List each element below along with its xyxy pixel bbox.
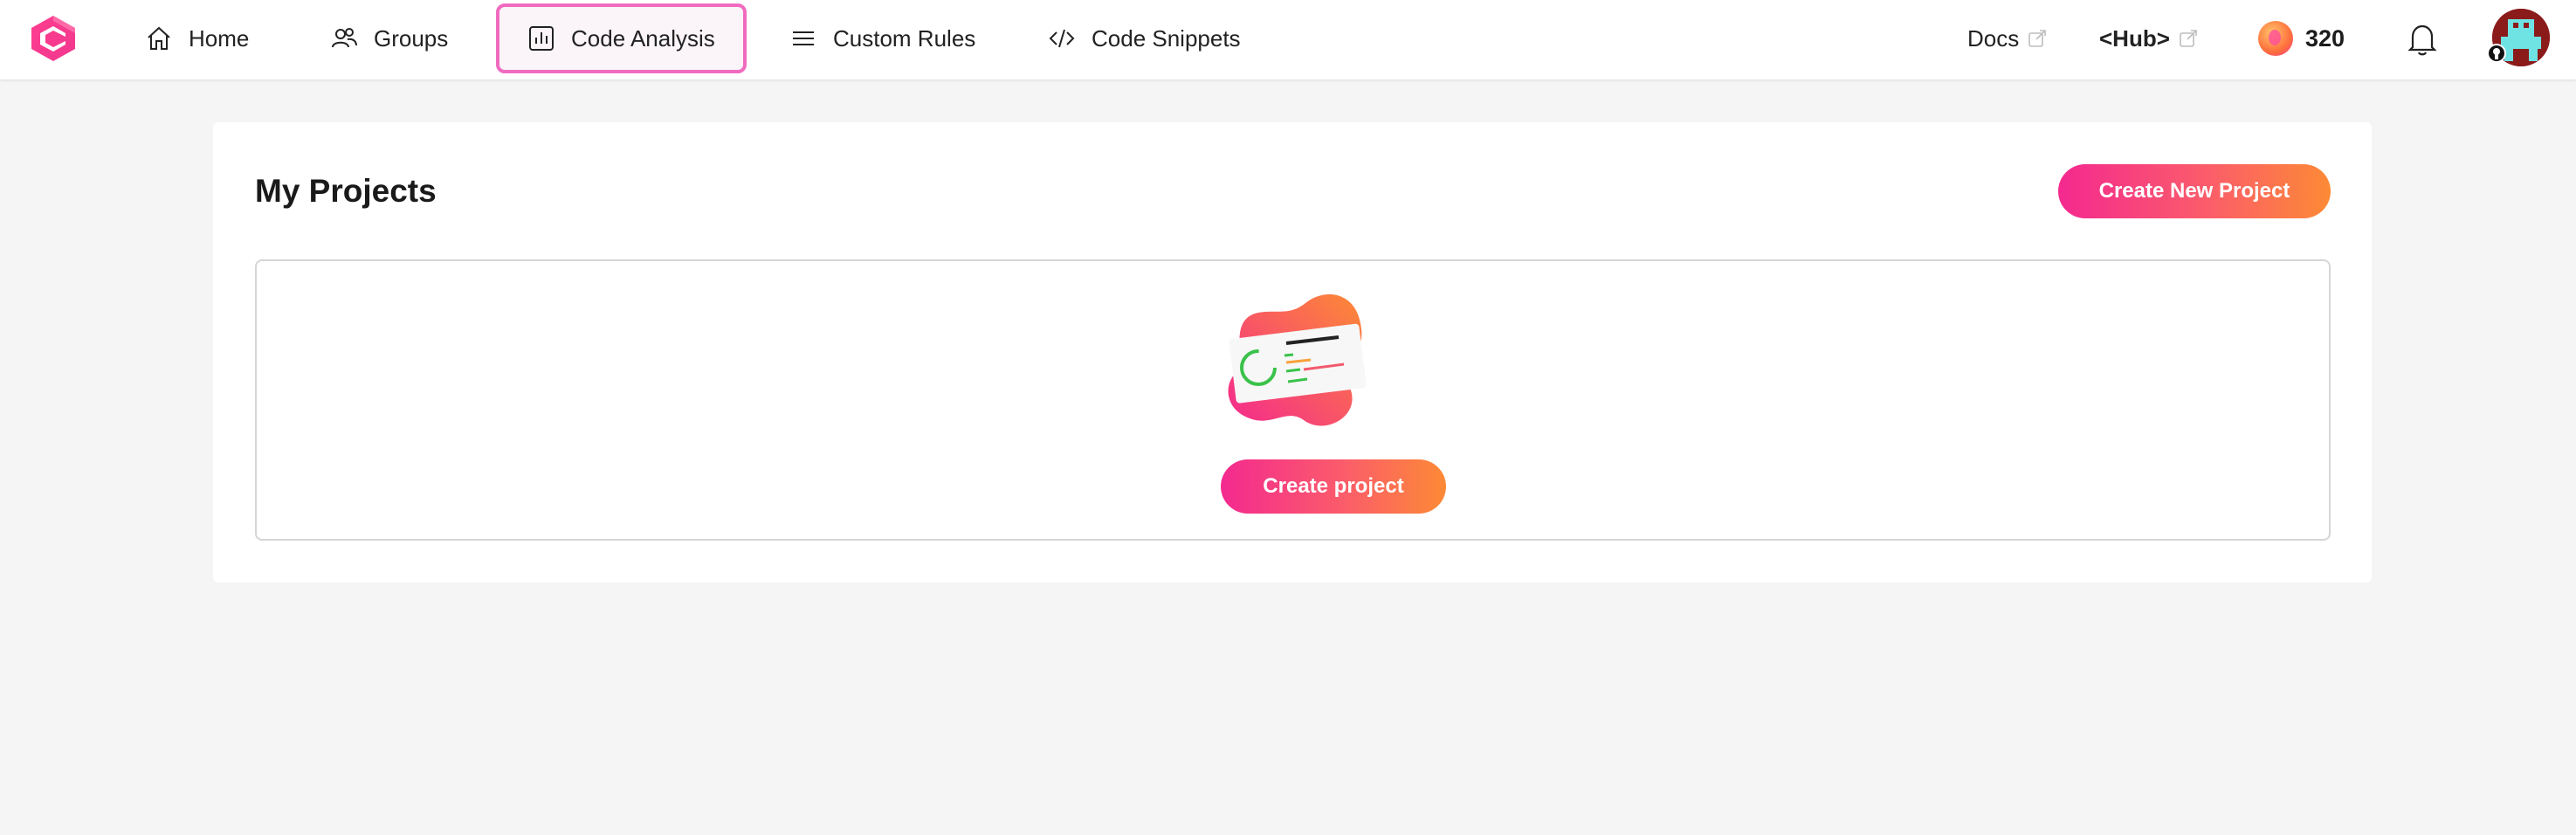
nav-code-snippets[interactable]: Code Snippets bbox=[1048, 3, 1241, 73]
code-icon bbox=[1049, 29, 1075, 48]
create-project-button[interactable]: Create project bbox=[1221, 459, 1446, 514]
docs-label: Docs bbox=[1967, 24, 2020, 52]
nav-home[interactable]: Home bbox=[145, 3, 249, 73]
external-link-icon bbox=[2180, 30, 2197, 47]
coin-icon bbox=[2258, 21, 2293, 56]
bar-chart-icon bbox=[529, 26, 554, 51]
page-title: My Projects bbox=[255, 173, 437, 209]
points-value: 320 bbox=[2305, 24, 2345, 52]
external-link-icon bbox=[2028, 30, 2047, 47]
github-badge bbox=[2487, 44, 2506, 63]
nav-custom-rules[interactable]: Custom Rules bbox=[789, 3, 975, 73]
docs-link[interactable]: Docs bbox=[1967, 19, 2047, 58]
nav-groups[interactable]: Groups bbox=[330, 3, 448, 73]
nav-code-analysis[interactable]: Code Analysis bbox=[496, 3, 747, 73]
empty-projects-box: Create project bbox=[255, 259, 2331, 541]
app-logo-icon[interactable] bbox=[30, 14, 77, 63]
bell-icon[interactable] bbox=[2406, 21, 2439, 58]
nav-home-label: Home bbox=[189, 24, 250, 52]
home-icon bbox=[148, 26, 170, 50]
nav-code-snippets-label: Code Snippets bbox=[1092, 24, 1241, 52]
hub-link[interactable]: <Hub> bbox=[2099, 19, 2198, 58]
points-counter[interactable]: 320 bbox=[2258, 19, 2345, 58]
create-new-project-button[interactable]: Create New Project bbox=[2058, 164, 2331, 218]
nav-code-analysis-label: Code Analysis bbox=[571, 24, 715, 52]
users-icon bbox=[332, 28, 357, 48]
empty-state-illustration bbox=[1228, 293, 1367, 426]
github-icon bbox=[2489, 45, 2504, 61]
menu-lines-icon bbox=[793, 31, 814, 45]
nav-custom-rules-label: Custom Rules bbox=[833, 24, 976, 52]
hub-label: <Hub> bbox=[2099, 24, 2170, 52]
top-navbar: Home Groups Code Analysis Custom Rules C… bbox=[0, 0, 2576, 80]
nav-groups-label: Groups bbox=[374, 24, 449, 52]
projects-card: My Projects Create New Project Create pr… bbox=[213, 122, 2372, 583]
